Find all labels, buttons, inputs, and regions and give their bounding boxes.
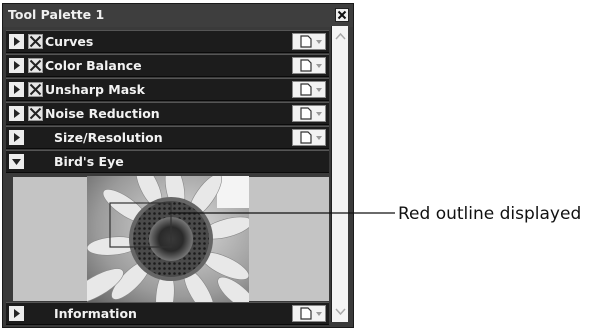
expand-arrow-icon[interactable] [9, 106, 24, 121]
tool-menu-button[interactable] [292, 129, 326, 146]
tool-label-size-resolution: Size/Resolution [54, 130, 163, 145]
tool-label-information: Information [54, 306, 137, 321]
tool-menu-button[interactable] [292, 105, 326, 122]
checkbox-unsharp-mask[interactable] [28, 82, 43, 97]
tool-label-noise-reduction: Noise Reduction [45, 106, 160, 121]
tool-label-unsharp-mask: Unsharp Mask [45, 82, 145, 97]
tool-row-information[interactable]: Information [6, 302, 329, 325]
tool-row-size-resolution[interactable]: Size/Resolution [6, 126, 329, 149]
vertical-scrollbar[interactable] [331, 26, 348, 322]
tool-row-curves[interactable]: Curves [6, 30, 329, 53]
checkbox-noise-reduction[interactable] [28, 106, 43, 121]
palette-title: Tool Palette 1 [8, 7, 105, 22]
tool-menu-button[interactable] [292, 305, 326, 322]
expand-arrow-icon[interactable] [9, 130, 24, 145]
tool-row-color-balance[interactable]: Color Balance [6, 54, 329, 77]
tool-label-curves: Curves [45, 34, 94, 49]
expand-arrow-icon[interactable] [9, 82, 24, 97]
tool-row-unsharp-mask[interactable]: Unsharp Mask [6, 78, 329, 101]
palette-titlebar[interactable]: Tool Palette 1 [3, 4, 353, 27]
callout-leader-line [170, 212, 395, 214]
expand-arrow-icon[interactable] [9, 58, 24, 73]
tool-label-birds-eye: Bird's Eye [54, 154, 124, 169]
tool-row-noise-reduction[interactable]: Noise Reduction [6, 102, 329, 125]
tool-label-color-balance: Color Balance [45, 58, 142, 73]
tool-menu-button[interactable] [292, 57, 326, 74]
tool-menu-button[interactable] [292, 33, 326, 50]
birds-eye-preview-image[interactable] [87, 176, 249, 304]
tool-row-birds-eye[interactable]: Bird's Eye [6, 150, 329, 173]
callout-label: Red outline displayed [398, 204, 582, 224]
scroll-down-icon[interactable] [333, 304, 348, 319]
expand-arrow-icon[interactable] [9, 306, 24, 321]
tool-menu-button[interactable] [292, 81, 326, 98]
checkbox-curves[interactable] [28, 34, 43, 49]
collapse-arrow-icon[interactable] [9, 154, 24, 169]
expand-arrow-icon[interactable] [9, 34, 24, 49]
scroll-up-icon[interactable] [333, 29, 348, 44]
checkbox-color-balance[interactable] [28, 58, 43, 73]
close-icon[interactable] [335, 8, 349, 22]
